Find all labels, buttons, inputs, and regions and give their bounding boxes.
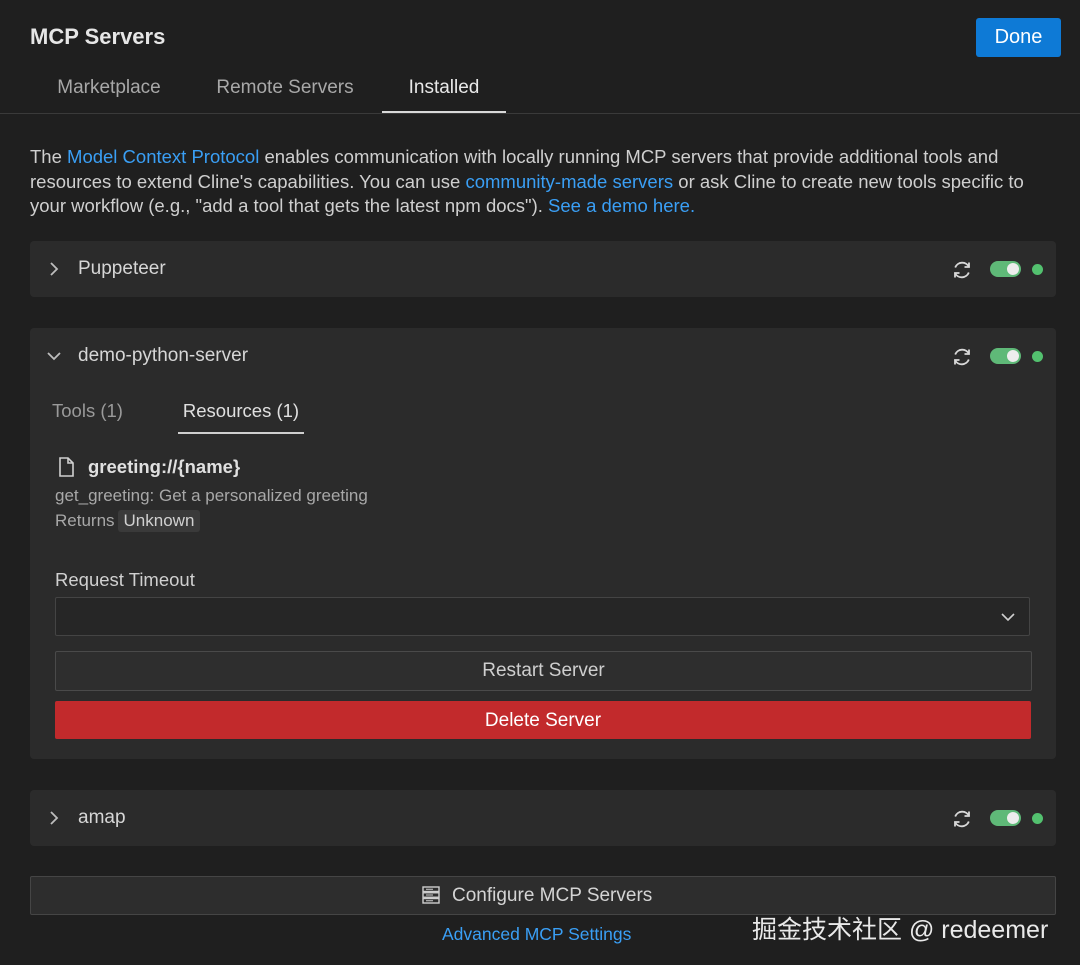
enable-toggle[interactable]: [990, 348, 1021, 364]
refresh-icon[interactable]: [950, 807, 974, 831]
server-header-amap[interactable]: amap: [30, 790, 1056, 846]
toggle-knob: [1007, 263, 1019, 275]
advanced-mcp-settings-link[interactable]: Advanced MCP Settings: [442, 924, 631, 945]
chevron-down-icon: [1001, 613, 1015, 622]
server-name: Puppeteer: [78, 258, 166, 279]
status-dot: [1032, 264, 1043, 275]
resource-description: get_greeting: Get a personalized greetin…: [55, 486, 368, 505]
server-card-puppeteer: Puppeteer: [30, 241, 1056, 297]
tab-bar: Marketplace Remote Servers Installed: [0, 62, 1080, 114]
toggle-knob: [1007, 812, 1019, 824]
delete-server-button[interactable]: Delete Server: [55, 701, 1031, 739]
enable-toggle[interactable]: [990, 261, 1021, 277]
tab-marketplace[interactable]: Marketplace: [40, 62, 178, 112]
page-title: MCP Servers: [30, 24, 166, 49]
chevron-down-icon[interactable]: [44, 346, 64, 366]
refresh-icon[interactable]: [950, 345, 974, 369]
status-dot: [1032, 351, 1043, 362]
model-context-protocol-link[interactable]: Model Context Protocol: [67, 146, 259, 167]
chevron-right-icon[interactable]: [44, 808, 64, 828]
intro-text-1: The: [30, 146, 68, 167]
resource-uri: greeting://{name}: [88, 456, 241, 477]
done-button[interactable]: Done: [976, 18, 1061, 57]
request-timeout-select[interactable]: [55, 597, 1030, 636]
server-icon: [422, 886, 440, 904]
status-dot: [1032, 813, 1043, 824]
tab-installed[interactable]: Installed: [382, 62, 506, 113]
header: MCP Servers Done: [0, 0, 1080, 70]
tab-remote-servers[interactable]: Remote Servers: [200, 62, 370, 112]
refresh-icon[interactable]: [950, 258, 974, 282]
watermark: 掘金技术社区 @ redeemer: [752, 916, 1049, 944]
file-icon: [59, 457, 74, 477]
server-name: demo-python-server: [78, 345, 249, 366]
server-card-amap: amap: [30, 790, 1056, 846]
chevron-right-icon[interactable]: [44, 259, 64, 279]
server-header-puppeteer[interactable]: Puppeteer: [30, 241, 1056, 297]
intro-text: The Model Context Protocol enables commu…: [30, 145, 1050, 219]
resource-returns: Returns Unknown: [55, 510, 201, 532]
community-servers-link[interactable]: community-made servers: [465, 171, 673, 192]
subtab-tools[interactable]: Tools (1): [52, 398, 123, 432]
returns-type-badge: Unknown: [117, 510, 201, 532]
returns-label: Returns: [55, 511, 115, 530]
configure-mcp-servers-label: Configure MCP Servers: [452, 885, 653, 906]
enable-toggle[interactable]: [990, 810, 1021, 826]
server-name: amap: [78, 807, 126, 828]
server-card-demo-python-server: demo-python-server Tools (1) Resources (…: [30, 328, 1056, 759]
server-header-demo-python-server[interactable]: demo-python-server: [30, 328, 1056, 384]
toggle-knob: [1007, 350, 1019, 362]
see-demo-link[interactable]: See a demo here.: [548, 195, 695, 216]
subtab-resources[interactable]: Resources (1): [178, 398, 304, 434]
request-timeout-label: Request Timeout: [55, 569, 195, 590]
restart-server-button[interactable]: Restart Server: [55, 651, 1032, 691]
